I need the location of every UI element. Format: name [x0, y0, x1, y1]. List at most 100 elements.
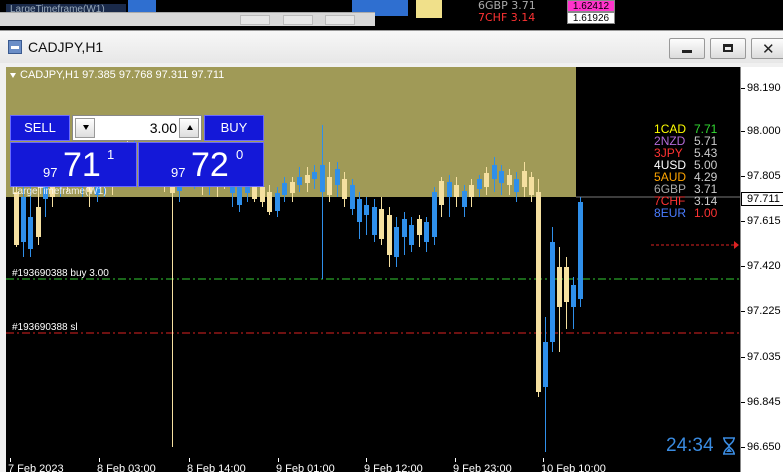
close-button[interactable]: ✕ [751, 38, 783, 59]
price-tick-mark [741, 357, 745, 358]
current-price-label: 97.711 [741, 192, 783, 206]
price-axis[interactable]: 98.190 98.000 97.805 97.615 97.420 97.225 97.0… [740, 67, 783, 472]
time-tick-mark [366, 458, 367, 462]
price-tick-label: 96.845 [747, 396, 781, 408]
time-tick-mark [10, 458, 11, 462]
candle-body [477, 179, 482, 189]
indicator-label: LargeTimeframe(W1) [12, 186, 107, 197]
candle-body [335, 169, 340, 185]
candle-body [522, 171, 527, 187]
price-chart[interactable]: CADJPY,H1 97.385 97.768 97.311 97.711 La… [6, 67, 783, 472]
minimize-button[interactable] [669, 38, 705, 59]
time-tick-label: 9 Feb 12:00 [364, 463, 423, 472]
candle-body [320, 165, 325, 192]
candle-body [342, 179, 347, 199]
collapse-triangle-icon [10, 72, 16, 78]
strength-row: 8EUR 1.00 [654, 207, 738, 219]
candle-body [462, 191, 467, 207]
candle-body [28, 217, 33, 249]
strength-value: 1.00 [694, 206, 718, 220]
candle-body [364, 205, 369, 215]
candle-body [260, 187, 265, 202]
time-tick-mark [99, 458, 100, 462]
candle-body [564, 267, 569, 302]
price-tick-mark [741, 266, 745, 267]
candle-body [514, 179, 519, 192]
price-tick-mark [741, 447, 745, 448]
price-tick-mark [741, 402, 745, 403]
candle-body [536, 192, 541, 392]
candle-body [484, 173, 489, 187]
hourglass-icon [723, 437, 735, 455]
time-tick-mark [455, 458, 456, 462]
price-tick-label: 96.650 [747, 441, 781, 453]
sell-quote-button[interactable]: 97 71 1 [10, 142, 137, 187]
candle-body [469, 185, 474, 197]
currency-strength-list: 1CAD 7.71 2NZD 5.71 3JPY 5.43 4USD 5.00 5AUD 4.29… [654, 123, 738, 219]
candle-body [267, 192, 272, 212]
candle-body [424, 222, 429, 242]
chevron-up-icon [187, 125, 193, 130]
background-strength-row: 6GBP 3.71 [478, 0, 536, 12]
candle-body [543, 342, 548, 387]
one-click-trading-panel: SELL 3.00 BUY 97 71 1 97 72 0 [10, 115, 264, 187]
chevron-down-icon [83, 125, 89, 130]
candle-body [237, 185, 242, 205]
price-tick-label: 98.000 [747, 125, 781, 137]
price-tick-mark [741, 176, 745, 177]
price-tick-mark [741, 311, 745, 312]
background-toolbar [0, 12, 375, 26]
price-tick-mark [741, 88, 745, 89]
lot-increase-button[interactable] [179, 118, 199, 138]
sell-button[interactable]: SELL [10, 115, 70, 141]
candle-body [454, 185, 459, 197]
candle-body [282, 183, 287, 195]
background-price-label: 1.61926 [567, 12, 615, 24]
price-tick-label: 98.190 [747, 82, 781, 94]
sell-price-pips: 71 [63, 146, 101, 184]
candle-body [387, 215, 392, 255]
time-tick-mark [278, 458, 279, 462]
background-candle [416, 0, 442, 18]
candle-body [417, 219, 422, 235]
lot-decrease-button[interactable] [75, 118, 95, 138]
candle-body [379, 209, 384, 239]
candle-body [432, 192, 437, 237]
candle-body [21, 197, 26, 242]
time-tick-mark [543, 458, 544, 462]
time-tick-label: 9 Feb 23:00 [453, 463, 512, 472]
plot-area[interactable]: CADJPY,H1 97.385 97.768 97.311 97.711 La… [6, 67, 740, 472]
chart-window-icon [8, 40, 22, 54]
buy-quote-button[interactable]: 97 72 0 [138, 142, 264, 187]
candle-body [372, 207, 377, 235]
order-sl-label: #193690388 sl [12, 322, 78, 333]
time-tick-label: 10 Feb 10:00 [541, 463, 606, 472]
candle-body [275, 193, 280, 211]
lot-size-input[interactable]: 3.00 [97, 120, 177, 136]
candle-body [492, 165, 497, 179]
lot-size-field[interactable]: 3.00 [72, 115, 202, 141]
buy-button[interactable]: BUY [204, 115, 264, 141]
strength-currency: EUR [660, 206, 687, 220]
maximize-button[interactable] [710, 38, 746, 59]
candle-body [447, 182, 452, 197]
buy-price-pips: 72 [191, 146, 229, 184]
candle-body [499, 171, 504, 183]
candle-body [305, 175, 310, 183]
price-tick-mark [741, 221, 745, 222]
price-tick-mark [741, 131, 745, 132]
candle-body [571, 285, 576, 307]
close-icon: ✕ [762, 41, 775, 58]
time-tick-label: 9 Feb 01:00 [276, 463, 335, 472]
candle-timer: 24:34 [666, 435, 714, 456]
price-tick-label: 97.420 [747, 260, 781, 272]
background-candle [128, 0, 156, 12]
background-price-label: 1.62412 [567, 0, 615, 12]
sell-price-fraction: 1 [107, 147, 115, 162]
time-tick-label: 7 Feb 2023 [8, 463, 64, 472]
candle-body [297, 177, 302, 185]
window-titlebar[interactable]: CADJPY,H1 ✕ [0, 31, 783, 63]
candle-body [578, 202, 583, 299]
candle-body [557, 267, 562, 307]
candle-body [312, 172, 317, 179]
